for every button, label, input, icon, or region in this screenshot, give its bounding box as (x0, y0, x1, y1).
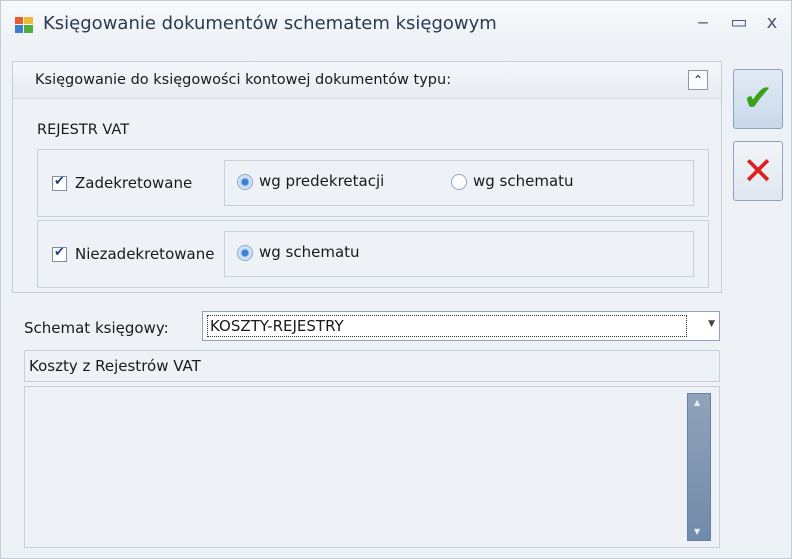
chevron-down-icon[interactable]: ▼ (708, 319, 715, 329)
maximize-button[interactable]: ▭ (725, 11, 753, 35)
group-caption: Księgowanie do księgowości kontowej doku… (35, 72, 452, 88)
notes-area[interactable]: ▲ ▼ (24, 386, 720, 548)
collapse-button[interactable]: ⌃ (688, 70, 708, 90)
vertical-scrollbar[interactable]: ▲ ▼ (687, 393, 711, 541)
minimize-button[interactable]: ‒ (689, 11, 717, 35)
scroll-down-icon[interactable]: ▼ (694, 527, 700, 536)
schema-value: KOSZTY-REJESTRY (207, 315, 687, 337)
x-icon: ✕ (742, 149, 774, 193)
schema-label: Schemat księgowy: (24, 319, 169, 337)
zadekretowane-label: Zadekretowane (75, 174, 193, 192)
radio-wg-schematu-2[interactable] (237, 245, 253, 261)
document-type-group: Księgowanie do księgowości kontowej doku… (12, 61, 722, 293)
radio-wg-schematu-label: wg schematu (473, 172, 574, 190)
niezadekretowane-label: Niezadekretowane (75, 245, 215, 263)
zadekretowane-checkbox[interactable] (52, 174, 67, 191)
check-icon: ✔ (742, 78, 774, 119)
group-header: Księgowanie do księgowości kontowej doku… (13, 62, 721, 99)
window-title: Księgowanie dokumentów schematem księgow… (43, 13, 497, 34)
schema-combobox[interactable]: KOSZTY-REJESTRY ▼ (202, 311, 720, 341)
schema-description-field: Koszty z Rejestrów VAT (24, 350, 720, 382)
niezadekretowane-row: Niezadekretowane wg schematu (37, 220, 709, 288)
radio-wg-predekretacji-label: wg predekretacji (259, 172, 385, 190)
schema-description: Koszty z Rejestrów VAT (29, 357, 201, 375)
dialog-window: Księgowanie dokumentów schematem księgow… (0, 0, 792, 559)
radio-wg-predekretacji[interactable] (237, 174, 253, 190)
niezadekretowane-checkbox[interactable] (52, 245, 67, 262)
cancel-button[interactable]: ✕ (733, 141, 783, 201)
niezadekretowane-options: wg schematu (224, 231, 694, 277)
radio-wg-schematu-2-label: wg schematu (259, 243, 360, 261)
title-bar: Księgowanie dokumentów schematem księgow… (1, 1, 791, 45)
scroll-up-icon[interactable]: ▲ (694, 398, 700, 407)
radio-wg-schematu[interactable] (451, 174, 467, 190)
confirm-button[interactable]: ✔ (733, 69, 783, 129)
dialog-content: Księgowanie do księgowości kontowej doku… (12, 61, 722, 551)
zadekretowane-options: wg predekretacji wg schematu (224, 160, 694, 206)
close-button[interactable]: x (758, 11, 786, 35)
app-icon (15, 17, 33, 33)
register-label: REJESTR VAT (37, 122, 130, 138)
zadekretowane-row: Zadekretowane wg predekretacji wg schema… (37, 149, 709, 217)
